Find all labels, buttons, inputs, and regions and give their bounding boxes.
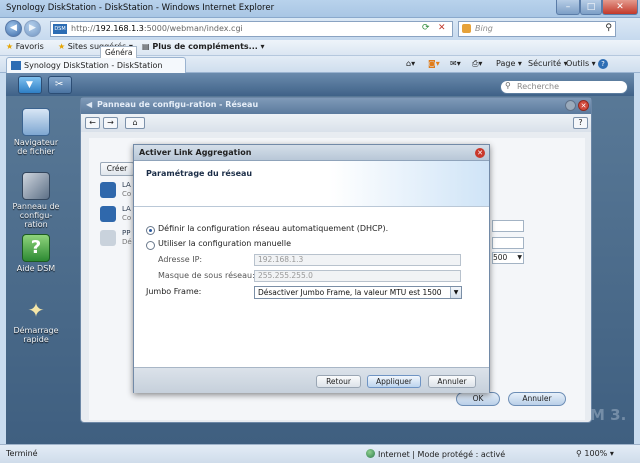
forward-arrow-icon[interactable]: ▶ [24,20,41,37]
favorites-button[interactable]: ★ Favoris [6,42,44,51]
stop-icon[interactable]: ✕ [438,23,446,33]
tools-menu[interactable]: Outils ▾ [566,59,596,68]
page-icon: ▤ [142,42,150,51]
control-panel-shortcut[interactable]: Panneau de configu-ration [10,172,62,229]
status-bar: Terminé Internet | Mode protégé : activé… [0,444,640,463]
dialog-footer: Retour Appliquer Annuler [134,367,489,393]
security-menu[interactable]: Sécurité ▾ [528,59,568,68]
print-icon[interactable]: ⎙▾ [472,59,482,69]
apply-button[interactable]: Appliquer [367,375,421,388]
title-bar: Synology DiskStation - DiskStation - Win… [0,0,640,18]
help-menu-icon[interactable]: ? [598,59,608,69]
panel-title-bar: ◀ Panneau de configu-ration - Réseau ✕ [81,98,591,114]
zoom-level[interactable]: ⚲ 100% ▾ [576,449,614,458]
chevron-down-icon: ▼ [450,287,461,298]
create-button[interactable]: Créer [100,162,134,176]
tools-icon [22,172,50,200]
ip-field[interactable]: 192.168.1.3 [254,254,461,266]
wrench-icon: ✂ [55,79,64,90]
dhcp-label[interactable]: Définir la configuration réseau automati… [158,224,388,233]
forward-arrow-icon[interactable]: → [103,117,118,129]
jumbo-frame-label: Jumbo Frame: [146,287,202,296]
browser-window: Synology DiskStation - DiskStation - Win… [0,0,640,463]
add-favorite-icon: ★ [58,42,66,51]
back-button[interactable]: Retour [316,375,361,388]
bing-logo-icon [462,24,471,33]
dsm-help-shortcut[interactable]: ? Aide DSM [10,234,62,273]
mask-label: Masque de sous réseau: [158,271,255,280]
jumbo-frame-select[interactable]: Désactiver Jumbo Frame, la valeur MTU es… [254,286,462,299]
dsm-search-input[interactable]: ⚲ Recherche [500,80,628,94]
addons-button[interactable]: ▤ Plus de compléments... ▾ [142,42,265,51]
security-zone[interactable]: Internet | Mode protégé : activé [366,449,505,459]
panel-cancel-button[interactable]: Annuler [508,392,566,406]
search-input[interactable]: Bing ⚲ [458,21,616,37]
refresh-icon[interactable]: ⟳ [422,23,430,33]
dialog-header: Paramétrage du réseau [134,161,489,207]
dhcp-radio[interactable] [146,226,155,235]
help-icon[interactable]: ? [573,117,588,129]
maximize-button[interactable]: □ [580,0,602,15]
home-icon[interactable]: ⌂ [125,117,145,129]
link-aggregation-icon [100,182,116,198]
back-arrow-icon[interactable]: ← [85,117,100,129]
dsm-main-menu-button[interactable]: ▼ [18,76,42,94]
quick-start-shortcut[interactable]: ✦ Démarrage rapide [10,296,62,344]
panel-ok-button[interactable]: OK [456,392,500,406]
back-arrow-icon[interactable]: ◀ [5,20,22,37]
minimize-button[interactable]: – [556,0,580,15]
dialog-content: Définir la configuration réseau automati… [134,207,489,367]
window-title: Synology DiskStation - DiskStation - Win… [6,3,275,13]
home-icon[interactable]: ⌂▾ [406,59,415,68]
dialog-title-bar: Activer Link Aggregation ✕ [134,145,489,161]
magnifier-icon: ⚲ [576,449,582,458]
close-icon[interactable]: ✕ [475,148,485,158]
list-item[interactable]: LA Co [100,203,136,229]
chevron-down-icon: ▼ [26,80,33,90]
file-browser-shortcut[interactable]: Navigateur de fichier [10,108,62,156]
pppoe-icon [100,230,116,246]
mail-icon[interactable]: ✉▾ [450,59,461,68]
magic-wand-icon: ✦ [27,298,45,322]
tab-diskstation[interactable]: Synology DiskStation - DiskStation [6,57,186,73]
tab-bar: Synology DiskStation - DiskStation ⌂▾ ◙▾… [0,56,640,73]
help-question-icon: ? [22,234,50,262]
bg-field [492,220,524,232]
manual-label[interactable]: Utiliser la configuration manuelle [158,239,291,248]
address-bar-row: ◀ ▶ DSM http://192.168.1.3:5000/webman/i… [0,18,640,40]
tools-taskbar-button[interactable]: ✂ [48,76,72,94]
url-input[interactable]: DSM http://192.168.1.3:5000/webman/index… [50,21,453,37]
panel-toolbar: ← → ⌂ ? [81,114,591,132]
chevron-down-icon: ▼ [517,254,522,261]
link-aggregation-dialog: Activer Link Aggregation ✕ Paramétrage d… [133,144,490,393]
globe-icon [366,449,375,458]
chevron-icon: ◀ [86,100,93,109]
page-menu[interactable]: Page ▾ [496,59,522,68]
close-window-button[interactable]: ✕ [602,0,638,15]
search-icon: ⚲ [505,81,511,90]
bg-field [492,237,524,249]
feeds-icon[interactable]: ◙▾ [428,59,440,68]
tab-general[interactable]: Généra [100,46,138,58]
close-panel-icon[interactable]: ✕ [578,100,589,111]
star-icon: ★ [6,42,14,51]
url-text: http://192.168.1.3:5000/webman/index.cgi [71,24,243,33]
dsm-version-watermark: M 3. [590,406,627,424]
subnet-mask-field[interactable]: 255.255.255.0 [254,270,461,282]
favorites-bar: ★ Favoris ★ Sites suggérés ▾ ▤ Plus de c… [0,40,640,56]
folder-magnifier-icon [22,108,50,136]
synology-favicon-icon: DSM [53,24,67,34]
mtu-select[interactable]: 500 ▼ [492,252,524,264]
search-icon[interactable]: ⚲ [605,23,612,33]
ip-label: Adresse IP: [158,255,203,264]
minimize-panel-icon[interactable] [565,100,576,111]
manual-radio[interactable] [146,241,155,250]
link-aggregation-icon [100,206,116,222]
status-text: Terminé [6,449,38,458]
cancel-button[interactable]: Annuler [428,375,476,388]
list-item[interactable]: PP Dé [100,227,136,253]
synology-tab-icon [11,61,21,70]
list-item[interactable]: LA Co [100,179,136,205]
